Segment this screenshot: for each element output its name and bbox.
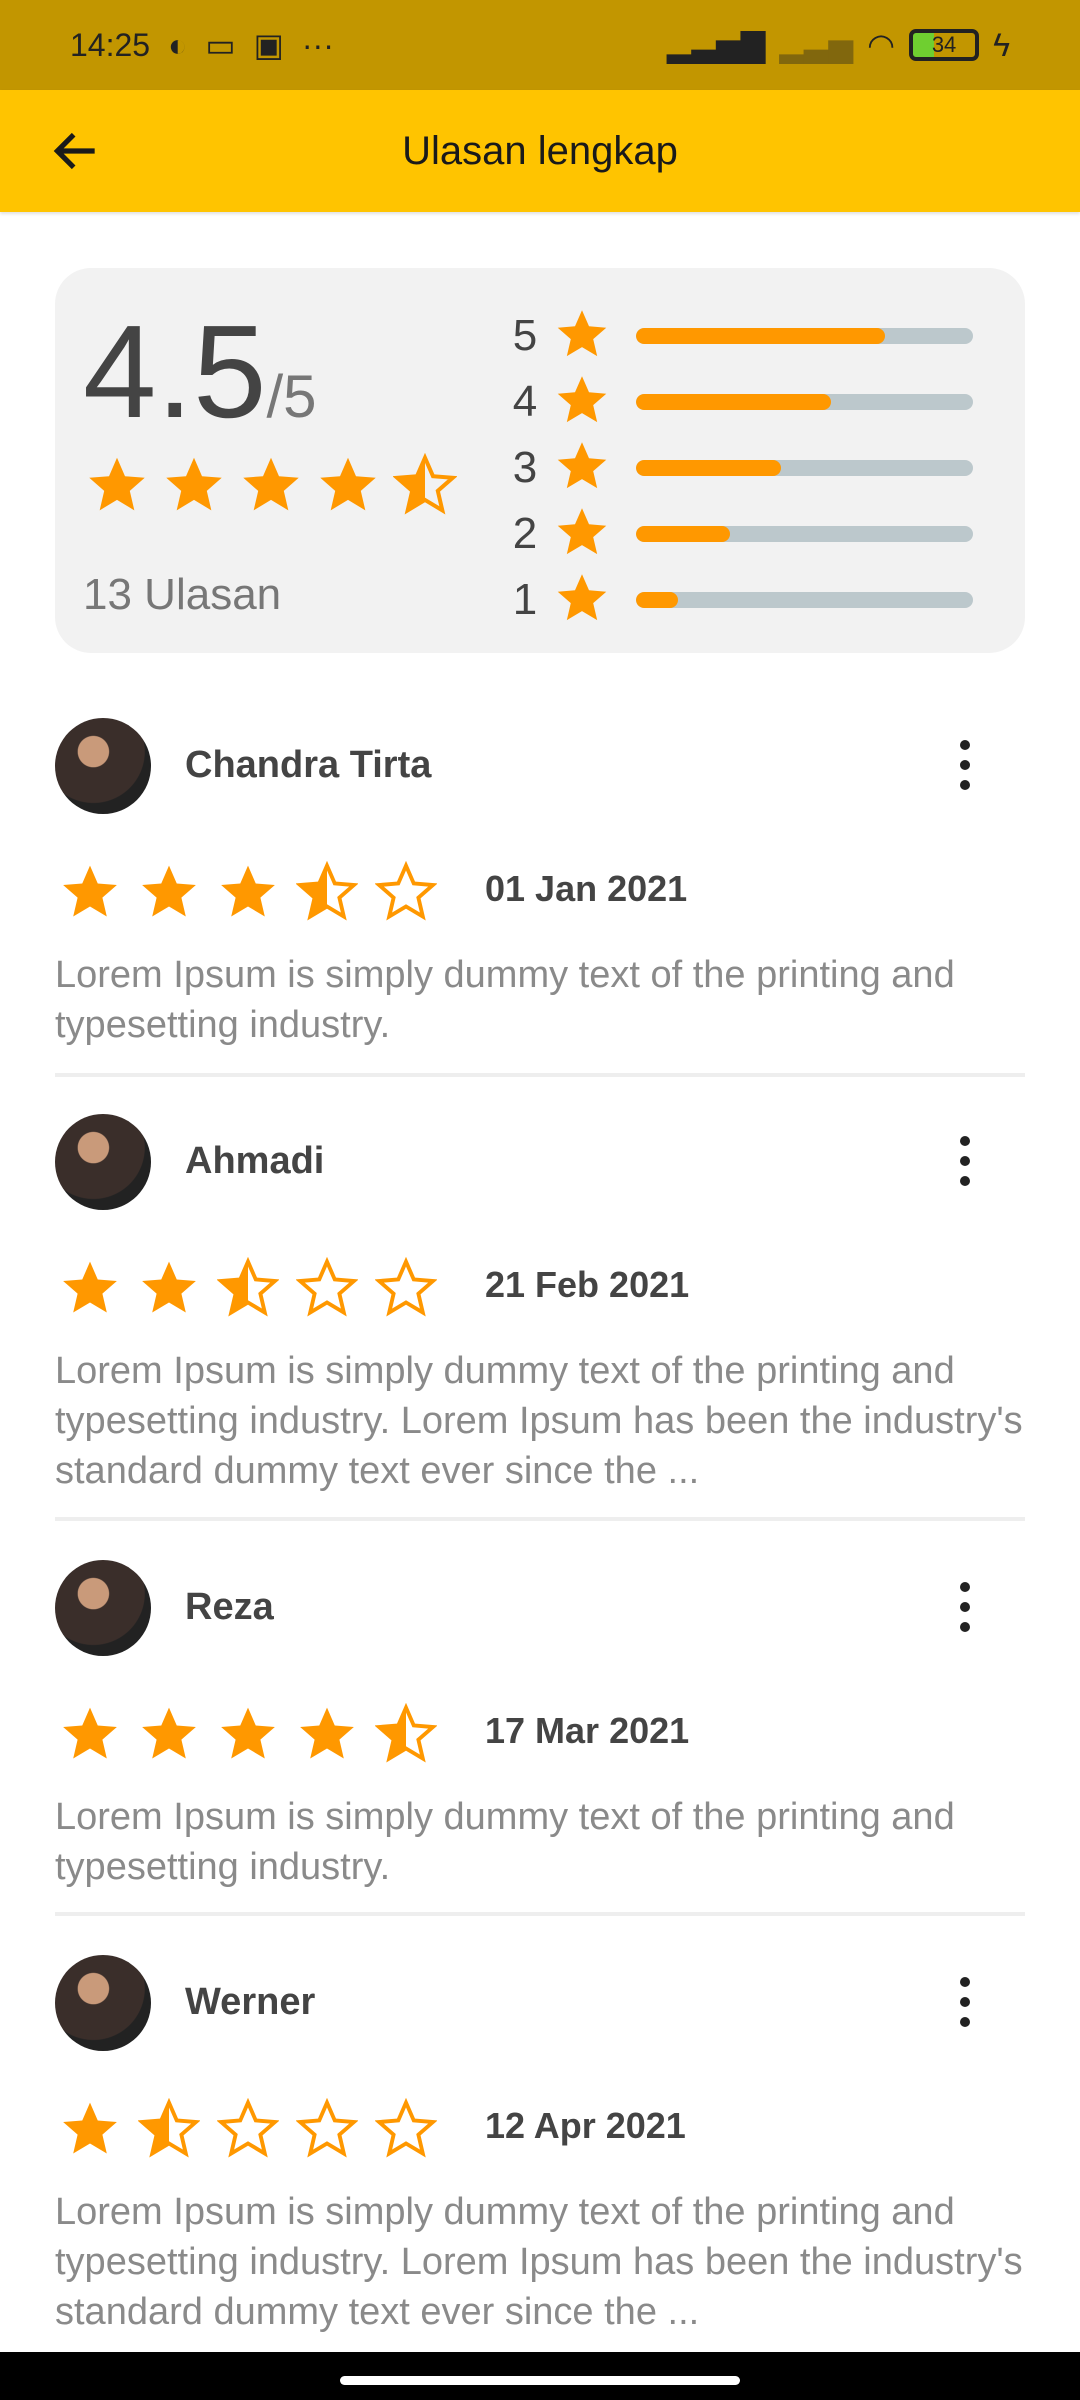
- review-date: 21 Feb 2021: [485, 1264, 690, 1305]
- distribution-bar-fill: [636, 460, 781, 476]
- page-title: Ulasan lengkap: [402, 128, 678, 173]
- review-date: 17 Mar 2021: [485, 1710, 690, 1751]
- signal-icon: ▂▃▅▇: [666, 27, 766, 63]
- star-filled-icon: [557, 573, 607, 620]
- home-gesture-handle[interactable]: [340, 2376, 740, 2385]
- star-filled-icon: [63, 865, 117, 917]
- app-notification-icon: ◐: [168, 26, 188, 63]
- reviewer-name: Werner: [185, 1981, 316, 2023]
- signal-2-icon: ▂▃▅: [779, 27, 854, 63]
- distribution-bar-fill: [636, 328, 886, 344]
- star-filled-icon: [63, 1261, 117, 1313]
- more-options-icon[interactable]: [955, 1136, 975, 1186]
- star-half-icon: [393, 453, 457, 515]
- review-count: 13 Ulasan: [83, 570, 282, 619]
- star-filled-icon: [243, 457, 299, 511]
- distribution-bar: [636, 460, 973, 476]
- reviewer-name: Reza: [185, 1586, 274, 1628]
- distribution-row: 1: [510, 567, 973, 633]
- star-level: 5: [512, 311, 538, 360]
- laptop-icon: ▭: [205, 27, 236, 63]
- star-outline-icon: [296, 2098, 358, 2158]
- reviewer-name: Ahmadi: [185, 1140, 325, 1182]
- star-filled-icon: [221, 865, 275, 917]
- more-notifications-icon: ···: [301, 26, 334, 63]
- battery-icon: 34: [909, 29, 980, 61]
- wifi-icon: ◠: [867, 27, 896, 63]
- distribution-row: 5: [510, 303, 973, 369]
- status-bar: 14:25 ◐ ▭ ▣ ··· ▂▃▅▇ ▂▃▅ ◠ 34 ϟ: [0, 0, 1080, 90]
- distribution-row: 3: [510, 435, 973, 501]
- arrow-left-icon[interactable]: [48, 123, 104, 179]
- star-level: 4: [512, 377, 538, 426]
- star-filled-icon: [89, 457, 145, 511]
- average-rating: 4.5/5: [83, 306, 317, 438]
- star-filled-icon: [63, 2102, 117, 2154]
- distribution-row: 4: [510, 369, 973, 435]
- star-level: 1: [512, 575, 538, 624]
- star-filled-icon: [63, 1707, 117, 1759]
- distribution-bar-fill: [636, 526, 731, 542]
- star-half-icon: [375, 1703, 437, 1763]
- distribution-bar-fill: [636, 394, 832, 410]
- star-filled-icon: [166, 457, 222, 511]
- charging-icon: ϟ: [993, 26, 1010, 63]
- avatar[interactable]: [55, 1955, 151, 2051]
- star-outline-icon: [375, 2098, 437, 2158]
- star-half-icon: [138, 2098, 200, 2158]
- star-half-icon: [296, 861, 358, 921]
- star-filled-icon: [557, 441, 607, 488]
- distribution-bar: [636, 394, 973, 410]
- star-level: 2: [512, 509, 538, 558]
- rating-summary-card: 4.5/5 13 Ulasan 5 4 3 2 1: [55, 268, 1025, 653]
- divider: [55, 1073, 1025, 1077]
- avatar[interactable]: [55, 1114, 151, 1210]
- review-stars: [59, 861, 437, 923]
- review-text: Lorem Ipsum is simply dummy text of the …: [55, 1350, 1023, 1492]
- owl-app-icon: ▣: [253, 27, 284, 63]
- review-stars: [59, 1703, 437, 1765]
- status-time: 14:25: [70, 26, 151, 63]
- distribution-bar: [636, 592, 973, 608]
- average-stars: [85, 453, 457, 517]
- review-stars: [59, 1257, 437, 1319]
- review-text: Lorem Ipsum is simply dummy text of the …: [55, 2191, 1023, 2333]
- review-text: Lorem Ipsum is simply dummy text of the …: [55, 954, 955, 1046]
- star-filled-icon: [557, 507, 607, 554]
- star-outline-icon: [296, 1257, 358, 1317]
- distribution-bar-fill: [636, 592, 679, 608]
- divider: [55, 1517, 1025, 1521]
- review-text: Lorem Ipsum is simply dummy text of the …: [55, 1796, 955, 1888]
- review-stars: [59, 2098, 437, 2160]
- review-date: 01 Jan 2021: [485, 868, 688, 909]
- more-options-icon[interactable]: [955, 740, 975, 790]
- distribution-bar: [636, 328, 973, 344]
- star-outline-icon: [375, 1257, 437, 1317]
- more-options-icon[interactable]: [955, 1977, 975, 2027]
- avatar[interactable]: [55, 1560, 151, 1656]
- star-filled-icon: [320, 457, 376, 511]
- divider: [55, 1912, 1025, 1916]
- star-filled-icon: [142, 865, 196, 917]
- star-outline-icon: [375, 861, 437, 921]
- reviewer-name: Chandra Tirta: [185, 744, 432, 786]
- star-filled-icon: [221, 1707, 275, 1759]
- star-filled-icon: [300, 1707, 354, 1759]
- review-date: 12 Apr 2021: [485, 2105, 686, 2146]
- star-filled-icon: [557, 309, 607, 356]
- average-value: 4.5: [83, 298, 267, 445]
- more-options-icon[interactable]: [955, 1582, 975, 1632]
- star-level: 3: [512, 443, 538, 492]
- max-rating: /5: [266, 363, 317, 430]
- star-outline-icon: [217, 2098, 279, 2158]
- star-filled-icon: [557, 375, 607, 422]
- distribution-bar: [636, 526, 973, 542]
- avatar[interactable]: [55, 718, 151, 814]
- star-filled-icon: [142, 1707, 196, 1759]
- app-bar: Ulasan lengkap: [0, 90, 1080, 212]
- distribution-row: 2: [510, 501, 973, 567]
- star-filled-icon: [142, 1261, 196, 1313]
- star-half-icon: [217, 1257, 279, 1317]
- rating-distribution: 5 4 3 2 1: [510, 303, 973, 633]
